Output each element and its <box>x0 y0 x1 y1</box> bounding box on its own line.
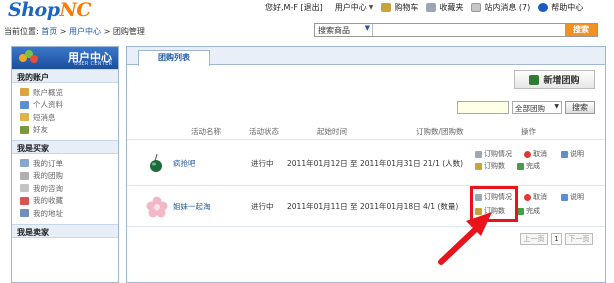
group-buy-status: 进行中 <box>251 202 274 211</box>
check-icon <box>517 162 524 170</box>
search-category-select[interactable]: 搜索商品 ▼ <box>315 24 373 36</box>
tab-group-buy-list[interactable]: 团购列表 <box>138 50 210 66</box>
cancel-icon <box>524 193 531 201</box>
document-icon <box>475 150 482 158</box>
info-icon <box>561 193 568 201</box>
main-panel: 团购列表 新增团购 全部团购 ▼ 搜索 活动名称 活动状态 起始时间 订购数/团购… <box>126 46 606 283</box>
filter-search-button[interactable]: 搜索 <box>565 101 595 114</box>
heart-icon <box>20 196 29 205</box>
breadcrumb-home[interactable]: 首页 <box>41 27 57 36</box>
chevron-down-icon: ▼ <box>554 103 559 110</box>
user-icon <box>20 100 29 109</box>
sidebar-item-addresses[interactable]: 我的地址 <box>12 207 118 220</box>
tab-bar: 团购列表 <box>127 47 605 66</box>
top-links: 您好,M-F [退出] 用户中心 ▼ 购物车 收藏夹 站内消息 (7) 帮助中心 <box>265 1 583 13</box>
complete-link[interactable]: 完成 <box>517 206 540 216</box>
favorites-link[interactable]: 收藏夹 <box>418 2 463 13</box>
order-status-link[interactable]: 订购情况 <box>475 149 512 159</box>
description-link[interactable]: 说明 <box>561 149 584 159</box>
help-icon <box>538 2 549 12</box>
table-row: 疯抢吧 进行中 2011年01月12日 至 2011年01月31日 21/1 (… <box>127 139 605 185</box>
account-menu: 账户概览 个人资料 短消息 好友 <box>12 83 118 140</box>
sidebar: 用户中心 USER CENTER 我的账户 账户概览 个人资料 短消息 好友 我… <box>11 46 119 283</box>
check-icon <box>517 207 524 215</box>
current-page[interactable]: 1 <box>551 233 562 245</box>
group-buy-time: 2011年01月11日 至 2011年01月18日 <box>287 202 421 211</box>
help-link[interactable]: 帮助中心 <box>530 2 583 13</box>
sidebar-item-profile[interactable]: 个人资料 <box>12 99 118 112</box>
cancel-icon <box>524 150 531 158</box>
add-group-buy-button[interactable]: 新增团购 <box>514 70 595 89</box>
section-my-account: 我的账户 <box>12 69 118 83</box>
sidebar-item-group-buys[interactable]: 我的团购 <box>12 170 118 183</box>
user-center-link[interactable]: 用户中心 ▼ <box>335 2 374 13</box>
group-buy-count: 4/1 (数量) <box>423 202 459 211</box>
sidebar-item-inquiries[interactable]: 我的咨询 <box>12 182 118 195</box>
group-buy-status: 进行中 <box>251 159 274 168</box>
cancel-link[interactable]: 取消 <box>524 149 547 159</box>
info-icon <box>561 150 568 158</box>
friends-icon <box>20 125 29 134</box>
greeting[interactable]: 您好,M-F [退出] <box>265 2 323 13</box>
col-actions: 操作 <box>521 127 536 136</box>
envelope-icon <box>20 113 29 122</box>
edit-icon <box>475 162 482 170</box>
users-icon <box>19 50 39 66</box>
search-input[interactable] <box>375 24 563 36</box>
home-icon <box>20 88 29 97</box>
sidebar-item-orders[interactable]: 我的订单 <box>12 157 118 170</box>
order-icon <box>20 159 29 168</box>
flower-thumbnail[interactable] <box>145 196 169 218</box>
col-time: 起始时间 <box>317 127 347 136</box>
search-bar: 搜索商品 ▼ 搜索 <box>314 23 598 37</box>
complete-link[interactable]: 完成 <box>517 161 540 171</box>
top-bar: ShopNC 您好,M-F [退出] 用户中心 ▼ 购物车 收藏夹 站内消息 (7… <box>0 0 614 22</box>
breadcrumb-user-center[interactable]: 用户中心 <box>69 27 101 36</box>
group-buy-name[interactable]: 姐妹一起淘 <box>173 201 211 212</box>
description-link[interactable]: 说明 <box>561 192 584 202</box>
group-buy-icon <box>20 171 29 180</box>
buyer-menu: 我的订单 我的团购 我的咨询 我的收藏 我的地址 <box>12 154 118 224</box>
prev-page-button[interactable]: 上一页 <box>520 233 548 245</box>
sidebar-item-favorites[interactable]: 我的收藏 <box>12 195 118 208</box>
cancel-link[interactable]: 取消 <box>524 192 547 202</box>
user-center-subtitle: USER CENTER <box>74 61 113 67</box>
col-status: 活动状态 <box>249 127 279 136</box>
breadcrumb-current: 团购管理 <box>112 27 145 36</box>
chevron-down-icon: ▼ <box>364 24 370 32</box>
col-name: 活动名称 <box>191 127 221 136</box>
add-icon <box>529 74 540 85</box>
logo[interactable]: ShopNC <box>8 0 91 21</box>
favorites-icon <box>426 2 437 12</box>
next-page-button[interactable]: 下一页 <box>565 233 593 245</box>
section-buyer: 我是买家 <box>12 140 118 154</box>
cart-link[interactable]: 购物车 <box>373 2 418 13</box>
sidebar-item-overview[interactable]: 账户概览 <box>12 86 118 99</box>
mail-icon <box>471 2 482 12</box>
group-buy-count: 21/1 (人数) <box>423 159 464 168</box>
search-button[interactable]: 搜索 <box>565 24 597 36</box>
col-count: 订购数/团购数 <box>416 127 464 136</box>
cart-icon <box>381 2 392 12</box>
order-count-link[interactable]: 订购数 <box>475 161 505 171</box>
messages-link[interactable]: 站内消息 (7) <box>463 2 530 13</box>
user-center-header: 用户中心 USER CENTER <box>12 47 118 69</box>
filter-input[interactable] <box>457 101 509 114</box>
sidebar-item-friends[interactable]: 好友 <box>12 124 118 137</box>
section-seller: 我是卖家 <box>12 223 118 238</box>
annotation-highlight-box <box>470 186 518 222</box>
pendant-thumbnail[interactable] <box>145 152 169 174</box>
address-icon <box>20 209 29 218</box>
breadcrumb: 当前位置: 首页 > 用户中心 > 团购管理 <box>4 27 145 36</box>
group-buy-name[interactable]: 疯抢吧 <box>173 158 196 169</box>
group-buy-time: 2011年01月12日 至 2011年01月31日 <box>287 159 421 168</box>
table-row: 姐妹一起淘 进行中 2011年01月11日 至 2011年01月18日 4/1 … <box>127 185 605 227</box>
filter-select[interactable]: 全部团购 ▼ <box>512 101 562 114</box>
sidebar-item-messages[interactable]: 短消息 <box>12 111 118 124</box>
inquiry-icon <box>20 184 29 193</box>
